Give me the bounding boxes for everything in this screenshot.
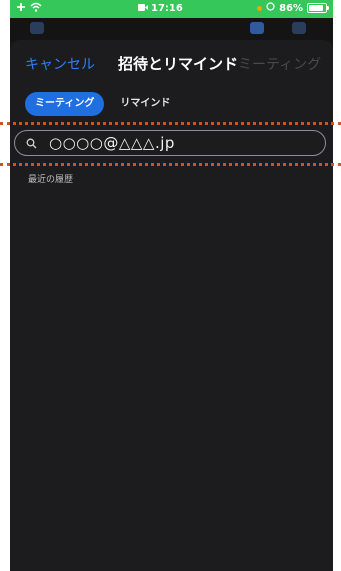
background-button	[292, 22, 306, 34]
nav-bar: キャンセル 招待とリマインド ミーティング	[10, 40, 333, 84]
mic-indicator-icon	[257, 5, 263, 11]
segment-tabs: ミーティング リマインド	[25, 92, 180, 116]
tab-meeting[interactable]: ミーティング	[25, 92, 105, 116]
airplane-icon	[16, 2, 26, 15]
background-button	[250, 22, 264, 34]
battery-icon	[307, 3, 329, 13]
highlight-line-top	[0, 122, 341, 125]
phone-screen: 17:16 86% キャンセル 招待とリマインド ミーティング ミーティング リ…	[10, 0, 333, 571]
orientation-lock-icon	[266, 2, 275, 14]
status-right: 86%	[257, 2, 329, 14]
search-icon	[23, 135, 39, 151]
status-center: 17:16	[138, 3, 183, 14]
background-button	[30, 22, 44, 34]
search-value: ○○○○@△△△.jp	[49, 134, 175, 152]
camera-icon	[138, 3, 148, 14]
tab-remind[interactable]: リマインド	[110, 92, 180, 116]
background-toolbar	[10, 18, 333, 42]
page-title: 招待とリマインド	[118, 55, 239, 73]
recent-history-label: 最近の履歴	[28, 175, 74, 185]
invite-sheet: キャンセル 招待とリマインド ミーティング ミーティング リマインド ○○○○@…	[10, 40, 333, 571]
battery-percent: 86%	[279, 2, 303, 14]
meeting-tab-link[interactable]: ミーティング	[238, 54, 321, 74]
search-input[interactable]: ○○○○@△△△.jp	[14, 130, 326, 156]
highlight-line-bottom	[0, 163, 341, 166]
wifi-icon	[30, 2, 42, 15]
status-left	[16, 2, 42, 15]
status-time: 17:16	[151, 3, 183, 14]
cancel-button[interactable]: キャンセル	[25, 54, 95, 74]
status-bar: 17:16 86%	[10, 0, 333, 18]
battery-fill	[309, 5, 323, 11]
